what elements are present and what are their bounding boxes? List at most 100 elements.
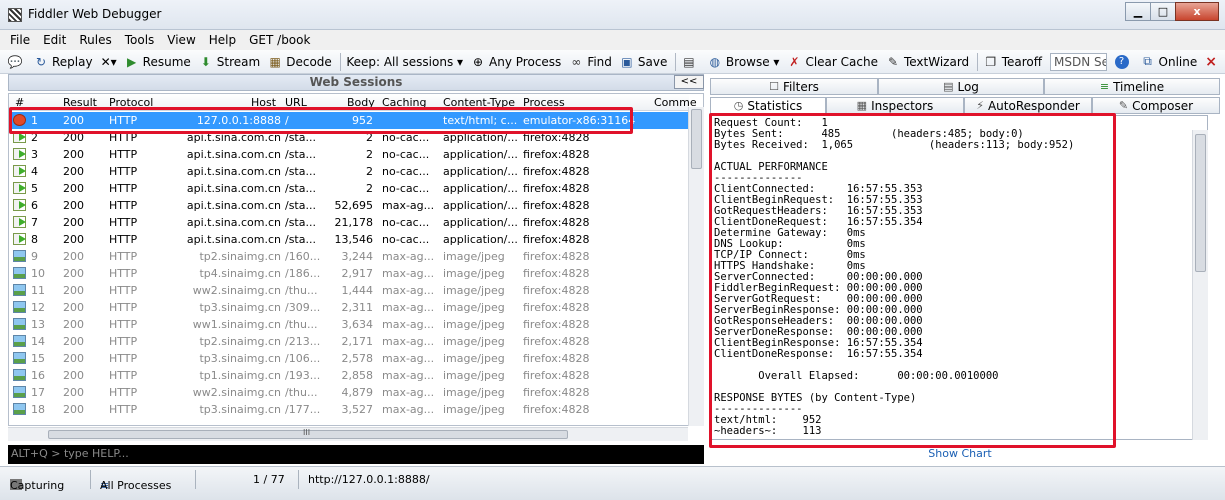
keep-sessions-dropdown[interactable]: Keep: All sessions ▾ — [346, 55, 463, 69]
session-row[interactable]: 15 200 HTTP tp3.sinaimg.cn/106... 2,578 max-a… — [9, 350, 689, 367]
col-body[interactable]: Body — [347, 96, 375, 109]
menu-get-book[interactable]: GET /book — [249, 33, 310, 47]
textwizard-button[interactable]: ✎ TextWizard — [886, 55, 969, 69]
tab-inspectors[interactable]: ▦ Inspectors — [826, 97, 964, 114]
collapse-panel-button[interactable]: << — [674, 75, 704, 89]
col-caching[interactable]: Caching — [382, 96, 426, 109]
cell-host: tp1.sinaimg.cn — [199, 369, 281, 382]
session-row[interactable]: 8 200 HTTP api.t.sina.com.cn/sta... 13,546 no… — [9, 231, 689, 248]
cell-caching: max-ag... — [382, 301, 435, 314]
tearoff-button[interactable]: ❐ Tearoff — [984, 55, 1042, 69]
cell-protocol: HTTP — [109, 335, 138, 348]
col-process[interactable]: Process — [523, 96, 565, 109]
session-row[interactable]: 4 200 HTTP api.t.sina.com.cn/sta... 2 no-cac.… — [9, 163, 689, 180]
tab-statistics[interactable]: ◷ Statistics — [710, 97, 826, 114]
session-row[interactable]: 16 200 HTTP tp1.sinaimg.cn/193... 2,858 max-a… — [9, 367, 689, 384]
msdn-search-input[interactable]: MSDN Search... — [1050, 52, 1107, 71]
statistics-scrollbar[interactable] — [1192, 130, 1208, 440]
maximize-button[interactable]: □ — [1150, 2, 1176, 21]
tab-filters[interactable]: ☐ Filters — [710, 78, 878, 95]
save-button[interactable]: ▣ Save — [620, 55, 667, 69]
cell-ctype: image/jpeg — [443, 250, 505, 263]
cell-ctype: image/jpeg — [443, 352, 505, 365]
session-count: 1 / 77 — [253, 473, 285, 486]
show-chart-link[interactable]: Show Chart — [710, 447, 1210, 460]
browse-button[interactable]: ◍ Browse ▾ — [708, 55, 780, 69]
session-row[interactable]: 10 200 HTTP tp4.sinaimg.cn/186... 2,917 max-a… — [9, 265, 689, 282]
screenshot-button[interactable]: ▤ — [682, 55, 700, 69]
minimize-button[interactable]: ▁ — [1125, 2, 1151, 21]
tab-composer[interactable]: ✎ Composer — [1092, 97, 1220, 114]
menu-rules[interactable]: Rules — [79, 33, 111, 47]
sessions-vertical-scrollbar[interactable] — [688, 107, 704, 426]
online-button[interactable]: ⧉ Online — [1141, 54, 1197, 69]
clear-cache-button[interactable]: ✗ Clear Cache — [787, 55, 878, 69]
quickexec-input[interactable]: ALT+Q > type HELP... — [8, 445, 704, 464]
cell-url: /sta... — [285, 165, 316, 178]
cell-num: 3 — [31, 148, 38, 161]
comment-button[interactable]: 💬 — [8, 55, 26, 69]
session-row[interactable]: 5 200 HTTP api.t.sina.com.cn/sta... 2 no-cac.… — [9, 180, 689, 197]
composer-pen-icon: ✎ — [1118, 99, 1129, 112]
image-file-icon — [13, 267, 26, 279]
cell-host: api.t.sina.com.cn — [186, 148, 281, 161]
scroll-thumb[interactable]: III — [48, 428, 568, 439]
menu-view[interactable]: View — [167, 33, 195, 47]
col-content-type[interactable]: Content-Type — [443, 96, 515, 109]
cell-protocol: HTTP — [109, 233, 138, 246]
cell-caching: max-ag... — [382, 352, 435, 365]
session-row[interactable]: 7 200 HTTP api.t.sina.com.cn/sta... 21,178 no… — [9, 214, 689, 231]
session-row[interactable]: 13 200 HTTP ww1.sinaimg.cn/thu... 3,634 max-a… — [9, 316, 689, 333]
tab-timeline[interactable]: ≡ Timeline — [1044, 78, 1220, 95]
session-row[interactable]: 11 200 HTTP ww2.sinaimg.cn/thu... 1,444 max-a… — [9, 282, 689, 299]
cell-result: 200 — [63, 233, 84, 246]
cell-ctype: application/... — [443, 182, 518, 195]
help-button[interactable]: ? — [1114, 54, 1133, 69]
status-divider — [90, 470, 91, 489]
tab-autoresponder[interactable]: ⚡ AutoResponder — [964, 97, 1092, 114]
col-result[interactable]: Result — [63, 96, 97, 109]
sessions-horizontal-scrollbar[interactable]: III — [8, 427, 688, 441]
menu-tools[interactable]: Tools — [125, 33, 155, 47]
clear-x-icon: ✗ — [789, 54, 800, 69]
menu-help[interactable]: Help — [209, 33, 236, 47]
scroll-thumb[interactable] — [691, 109, 702, 169]
cell-protocol: HTTP — [109, 216, 138, 229]
session-row[interactable]: 6 200 HTTP api.t.sina.com.cn/sta... 52,695 ma… — [9, 197, 689, 214]
session-row[interactable]: 18 200 HTTP tp3.sinaimg.cn/177... 3,527 max-a… — [9, 401, 689, 418]
remove-button[interactable]: ✕▾ — [101, 55, 117, 69]
session-row[interactable]: 17 200 HTTP ww2.sinaimg.cn/thu... 4,879 max-a… — [9, 384, 689, 401]
cell-result: 200 — [63, 114, 84, 127]
menu-file[interactable]: File — [10, 33, 30, 47]
binoculars-icon: ∞ — [571, 54, 582, 69]
decode-button[interactable]: ▦ Decode — [268, 55, 332, 69]
session-row[interactable]: 3 200 HTTP api.t.sina.com.cn/sta... 2 no-cac.… — [9, 146, 689, 163]
col-number[interactable]: # — [15, 96, 24, 109]
cell-ctype: image/jpeg — [443, 318, 505, 331]
session-row[interactable]: 9 200 HTTP tp2.sinaimg.cn/160... 3,244 max-ag… — [9, 248, 689, 265]
any-process-button[interactable]: ⊕ Any Process — [471, 55, 561, 69]
replay-button[interactable]: ↻ Replay — [34, 55, 93, 69]
tab-log[interactable]: ▤ Log — [878, 78, 1044, 95]
cell-process: emulator-x86:31164 — [523, 114, 636, 127]
find-button[interactable]: ∞ Find — [569, 55, 612, 69]
close-window-button[interactable]: x — [1175, 2, 1219, 21]
resume-button[interactable]: ▶ Resume — [125, 55, 191, 69]
toolbar-close-button[interactable]: × — [1205, 54, 1217, 70]
stream-button[interactable]: ⬇ Stream — [199, 55, 260, 69]
col-host[interactable]: Host — [251, 96, 276, 109]
cell-caching: no-cac... — [382, 216, 430, 229]
cell-host: 127.0.0.1:8888 — [196, 114, 281, 127]
col-url[interactable]: URL — [285, 96, 307, 109]
session-row[interactable]: 1 200 HTTP 127.0.0.1:8888 / 952 text/html; c..… — [9, 112, 689, 129]
scroll-thumb[interactable] — [1195, 134, 1206, 272]
session-row[interactable]: 14 200 HTTP tp2.sinaimg.cn/213... 2,171 max-a… — [9, 333, 689, 350]
image-file-icon — [13, 369, 26, 381]
menu-edit[interactable]: Edit — [43, 33, 66, 47]
inspectors-icon: ▦ — [856, 99, 868, 112]
col-protocol[interactable]: Protocol — [109, 96, 153, 109]
cell-url: /sta... — [285, 216, 316, 229]
session-row[interactable]: 12 200 HTTP tp3.sinaimg.cn/309... 2,311 max-a… — [9, 299, 689, 316]
session-row[interactable]: 2 200 HTTP api.t.sina.com.cn/sta... 2 no-cac.… — [9, 129, 689, 146]
image-file-icon — [13, 318, 26, 330]
